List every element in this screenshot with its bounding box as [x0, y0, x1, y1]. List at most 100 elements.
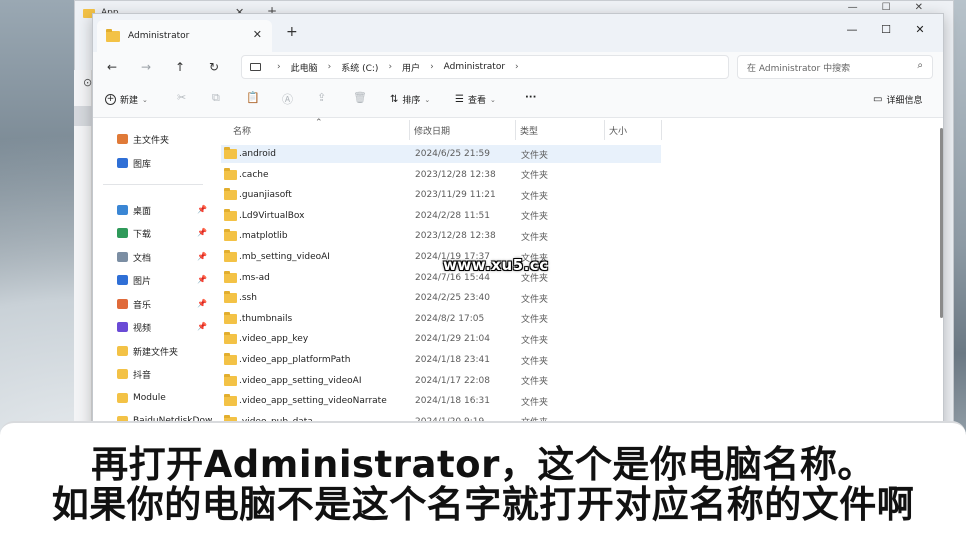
details-pane-button[interactable]: ▭ 详细信息 — [873, 93, 922, 106]
cut-icon[interactable]: ✂ — [177, 91, 186, 104]
watermark-text: www.xu5.cc — [443, 256, 549, 274]
close-tab-icon[interactable]: ✕ — [253, 28, 262, 41]
nav-item[interactable]: 音乐 — [117, 297, 151, 311]
vertical-scrollbar[interactable] — [940, 128, 943, 318]
up-arrow-icon[interactable]: ↑ — [163, 60, 197, 74]
column-header-date[interactable]: 修改日期 — [414, 120, 450, 140]
pin-icon[interactable]: 📌 — [197, 299, 207, 308]
breadcrumb-administrator[interactable]: Administrator — [444, 62, 505, 72]
forward-arrow-icon[interactable]: → — [129, 60, 163, 74]
file-name: .ms-ad — [239, 272, 270, 283]
column-header-size[interactable]: 大小 — [609, 120, 627, 140]
minimize-button[interactable]: — — [835, 18, 869, 40]
folder-icon — [117, 369, 128, 379]
delete-icon[interactable]: 🗑 — [353, 91, 367, 104]
maximize-button[interactable]: ☐ — [869, 18, 903, 40]
nav-item-label: 音乐 — [133, 300, 152, 311]
file-row[interactable]: .ssh 2024/2/25 23:40 文件夹 — [221, 289, 661, 307]
paste-icon[interactable]: 📋 — [246, 91, 260, 104]
new-tab-button[interactable]: + — [286, 24, 298, 40]
rename-icon[interactable]: Ⓐ — [282, 91, 293, 107]
folder-icon — [224, 208, 237, 221]
file-row[interactable]: .video_app_key 2024/1/29 21:04 文件夹 — [221, 330, 661, 348]
breadcrumb-this-pc[interactable]: 此电脑 — [291, 61, 318, 74]
column-header-name[interactable]: 名称 — [233, 120, 251, 140]
share-icon[interactable]: ⇪ — [317, 91, 326, 104]
breadcrumb[interactable]: › 此电脑 › 系统 (C:) › 用户 › Administrator › — [241, 55, 729, 79]
nav-item[interactable]: 新建文件夹 — [117, 344, 178, 358]
file-row[interactable]: .mb_setting_videoAI 2024/1/19 17:37 文件夹 — [221, 248, 661, 266]
maximize-icon[interactable]: ☐ — [882, 2, 891, 13]
chevron-right-icon[interactable]: › — [388, 62, 392, 72]
column-separator[interactable] — [661, 120, 662, 140]
nav-item[interactable]: Module — [117, 391, 166, 405]
chevron-right-icon[interactable]: › — [277, 62, 281, 72]
nav-item[interactable]: 抖音 — [117, 367, 151, 381]
column-separator[interactable] — [604, 120, 605, 140]
close-button[interactable]: ✕ — [903, 18, 937, 40]
search-input[interactable]: 在 Administrator 中搜索 ⌕ — [737, 55, 933, 79]
nav-item[interactable]: 主文件夹 — [117, 132, 169, 146]
nav-item[interactable]: 图库 — [117, 156, 151, 170]
file-row[interactable]: .video_app_setting_videoNarrate 2024/1/18… — [221, 392, 661, 410]
back-arrow-icon[interactable]: ← — [95, 60, 129, 74]
chevron-right-icon[interactable]: › — [328, 62, 332, 72]
back-icon[interactable]: ⊙ — [83, 76, 92, 89]
breadcrumb-users[interactable]: 用户 — [402, 61, 420, 74]
sort-button[interactable]: ⇅ 排序 ⌄ — [390, 93, 430, 106]
file-date: 2024/1/29 21:04 — [415, 334, 490, 345]
close-icon[interactable]: ✕ — [915, 2, 923, 13]
file-row[interactable]: .guanjiasoft 2023/11/29 11:21 文件夹 — [221, 186, 661, 204]
nav-item-label: 图库 — [133, 159, 152, 170]
file-name: .ssh — [239, 293, 257, 304]
chevron-down-icon: ⌄ — [424, 95, 431, 104]
background-window-sidebar: ⊙ — [74, 70, 92, 430]
more-options-button[interactable]: ··· — [525, 92, 536, 103]
file-row[interactable]: .matplotlib 2023/12/28 12:38 文件夹 — [221, 227, 661, 245]
file-row[interactable]: .thumbnails 2024/8/2 17:05 文件夹 — [221, 310, 661, 328]
copy-icon[interactable]: ⧉ — [212, 91, 220, 105]
file-date: 2024/2/28 11:51 — [415, 210, 490, 221]
background-window-controls: — ☐ ✕ — [848, 2, 923, 13]
file-type: 文件夹 — [521, 377, 549, 388]
column-separator[interactable] — [409, 120, 410, 140]
view-button[interactable]: ☰ 查看 ⌄ — [455, 93, 496, 106]
tab-administrator[interactable]: Administrator ✕ — [97, 20, 272, 52]
home-icon — [117, 134, 128, 144]
nav-item[interactable]: 视频 — [117, 320, 151, 334]
file-name: .android — [239, 149, 277, 159]
tab-title: Administrator — [128, 31, 190, 41]
chevron-right-icon[interactable]: › — [430, 62, 434, 72]
nav-item[interactable]: 图片 — [117, 273, 151, 287]
window-controls: — ☐ ✕ — [835, 18, 937, 40]
pin-icon[interactable]: 📌 — [197, 228, 207, 237]
file-row[interactable]: .Ld9VirtualBox 2024/2/28 11:51 文件夹 — [221, 207, 661, 225]
file-type: 文件夹 — [521, 150, 549, 161]
nav-item-label: 主文件夹 — [133, 135, 170, 146]
document-icon — [117, 252, 128, 262]
file-row[interactable]: .video_app_setting_videoAI 2024/1/17 22:0… — [221, 372, 661, 390]
file-row[interactable]: .cache 2023/12/28 12:38 文件夹 — [221, 166, 661, 184]
file-row[interactable]: .video_app_platformPath 2024/1/18 23:41 文件… — [221, 351, 661, 369]
search-icon[interactable]: ⌕ — [917, 60, 923, 71]
pin-icon[interactable]: 📌 — [197, 205, 207, 214]
column-separator[interactable] — [515, 120, 516, 140]
file-type: 文件夹 — [521, 335, 549, 346]
explorer-window[interactable]: Administrator ✕ + — ☐ ✕ ← → ↑ ↻ › 此电脑 › … — [92, 13, 944, 433]
file-row[interactable]: .android 2024/6/25 21:59 文件夹 — [221, 145, 661, 163]
pin-icon[interactable]: 📌 — [197, 252, 207, 261]
column-header-type[interactable]: 类型 — [520, 120, 538, 140]
nav-item[interactable]: 桌面 — [117, 203, 151, 217]
file-row[interactable]: .ms-ad 2024/7/16 15:44 文件夹 — [221, 269, 661, 287]
minimize-icon[interactable]: — — [848, 2, 858, 13]
nav-item[interactable]: 文档 — [117, 250, 151, 264]
breadcrumb-system-c[interactable]: 系统 (C:) — [341, 61, 378, 74]
nav-item[interactable]: 下载 — [117, 226, 151, 240]
new-button[interactable]: + 新建 ⌄ — [105, 93, 148, 106]
pin-icon[interactable]: 📌 — [197, 322, 207, 331]
pin-icon[interactable]: 📌 — [197, 275, 207, 284]
refresh-icon[interactable]: ↻ — [197, 60, 231, 74]
chevron-right-icon[interactable]: › — [515, 62, 519, 72]
nav-divider — [103, 184, 203, 185]
nav-item-label: 新建文件夹 — [133, 347, 179, 358]
